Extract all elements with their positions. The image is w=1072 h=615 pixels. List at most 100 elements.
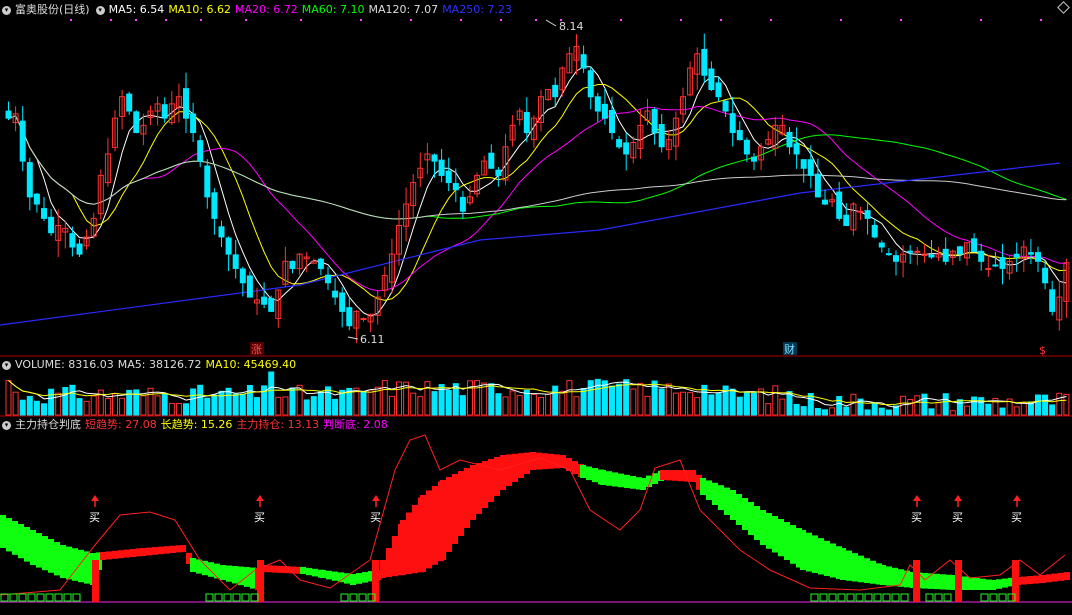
bottom-signal-box — [980, 593, 989, 602]
trend-band-step — [640, 478, 646, 490]
top-dot — [900, 19, 902, 21]
trend-band-step — [892, 567, 898, 587]
trend-band-step — [1027, 576, 1033, 585]
trend-band-step — [488, 459, 494, 502]
trend-band-step — [42, 536, 48, 571]
marker-zhang: 涨 — [251, 343, 262, 356]
volume-menu-icon[interactable]: ▾ — [2, 360, 11, 370]
volume-bar — [254, 397, 260, 416]
volume-bar — [609, 385, 615, 416]
volume-bar — [232, 393, 239, 416]
volume-bar — [1049, 404, 1056, 416]
volume-bar — [694, 397, 701, 416]
candle-body — [743, 139, 750, 155]
bottom-signal-box — [828, 593, 837, 602]
candle-body — [26, 162, 33, 198]
top-dot — [720, 19, 722, 21]
volume-bar — [502, 396, 509, 416]
candle-body — [701, 48, 708, 76]
collapse-icon[interactable]: ▾ — [2, 5, 11, 15]
trend-band-step — [830, 543, 836, 578]
trend-band-step — [980, 578, 986, 590]
candle-body — [871, 224, 878, 238]
candle-body — [317, 258, 324, 269]
trend-band-step — [512, 453, 518, 482]
candle-body — [793, 143, 800, 155]
volume-bar — [1013, 406, 1020, 416]
volume-bar — [197, 384, 204, 416]
volume-bar — [765, 403, 772, 416]
trend-band-step — [232, 566, 238, 584]
candle-body — [857, 210, 864, 213]
volume-bar — [637, 383, 644, 416]
volume-bar — [949, 410, 956, 416]
bottom-signal-box — [72, 593, 81, 602]
bottom-signal-box — [349, 593, 358, 602]
volume-bar — [914, 395, 921, 416]
candle-body — [246, 275, 253, 298]
bottom-signal-box — [873, 593, 882, 602]
trend-band-step — [130, 549, 136, 557]
trend-band-step — [106, 551, 112, 560]
buy-label: 买 — [254, 511, 265, 524]
candle-body — [126, 93, 133, 112]
volume-bar — [616, 383, 623, 416]
volume-bar — [204, 397, 211, 416]
trend-band-step — [784, 522, 790, 560]
volume-bar — [90, 395, 97, 416]
trend-band-step — [190, 558, 196, 572]
volume-bar — [317, 391, 324, 416]
candle-body — [658, 124, 665, 148]
bottom-signal-box — [891, 593, 900, 602]
trend-band-step — [180, 545, 186, 552]
trend-band-step — [968, 577, 974, 590]
ma60-label: MA60: 7.10 — [301, 3, 365, 16]
bottom-signal-box — [943, 593, 952, 602]
bottom-signal-box — [250, 593, 259, 602]
candle-body — [19, 120, 26, 162]
trend-band-step — [524, 452, 530, 474]
volume-bar — [310, 396, 317, 416]
volume-bar — [843, 406, 850, 416]
volume-bar — [48, 388, 55, 416]
trend-band-step — [54, 542, 60, 576]
trend-band-step — [226, 565, 232, 582]
trend-band-step — [672, 470, 678, 481]
buy-arrow-icon — [954, 495, 962, 501]
trend-band-step — [400, 520, 406, 575]
candle-body — [1027, 252, 1034, 255]
top-dot — [135, 19, 137, 21]
volume-bar — [559, 390, 566, 416]
trend-band-step — [518, 453, 524, 478]
buy-label: 买 — [370, 511, 381, 524]
volume-bar — [246, 384, 253, 416]
trend-band-step — [278, 565, 284, 573]
indicator-menu-icon[interactable]: ▾ — [2, 420, 11, 430]
candle-body — [708, 68, 715, 91]
trend-band-step — [1040, 575, 1046, 583]
trend-band-step — [152, 547, 158, 555]
candle-body — [325, 274, 331, 284]
trend-band-step — [824, 540, 830, 576]
candle-body — [239, 268, 246, 284]
stock-title: 富奥股份(日线) — [15, 3, 90, 16]
trend-band-step — [742, 498, 748, 530]
candle-body — [445, 170, 452, 184]
top-dot — [165, 19, 167, 21]
marker-dollar: $ — [1039, 344, 1046, 357]
trend-band-step — [754, 506, 760, 540]
trend-band-step — [572, 461, 578, 474]
bottom-signal-box — [998, 593, 1007, 602]
settings-icon[interactable]: ▾ — [95, 5, 105, 15]
bottom-signal-box — [837, 593, 846, 602]
bottom-signal-box — [232, 593, 241, 602]
trend-band-step — [1046, 574, 1052, 583]
candle-body — [807, 159, 814, 176]
trend-band-step — [112, 550, 118, 559]
top-dot — [500, 19, 502, 21]
trend-band-step — [934, 573, 940, 590]
trend-band-step — [312, 568, 318, 577]
trend-band-step — [24, 527, 30, 562]
volume-bar — [573, 396, 580, 416]
trend-band-step — [300, 567, 306, 574]
